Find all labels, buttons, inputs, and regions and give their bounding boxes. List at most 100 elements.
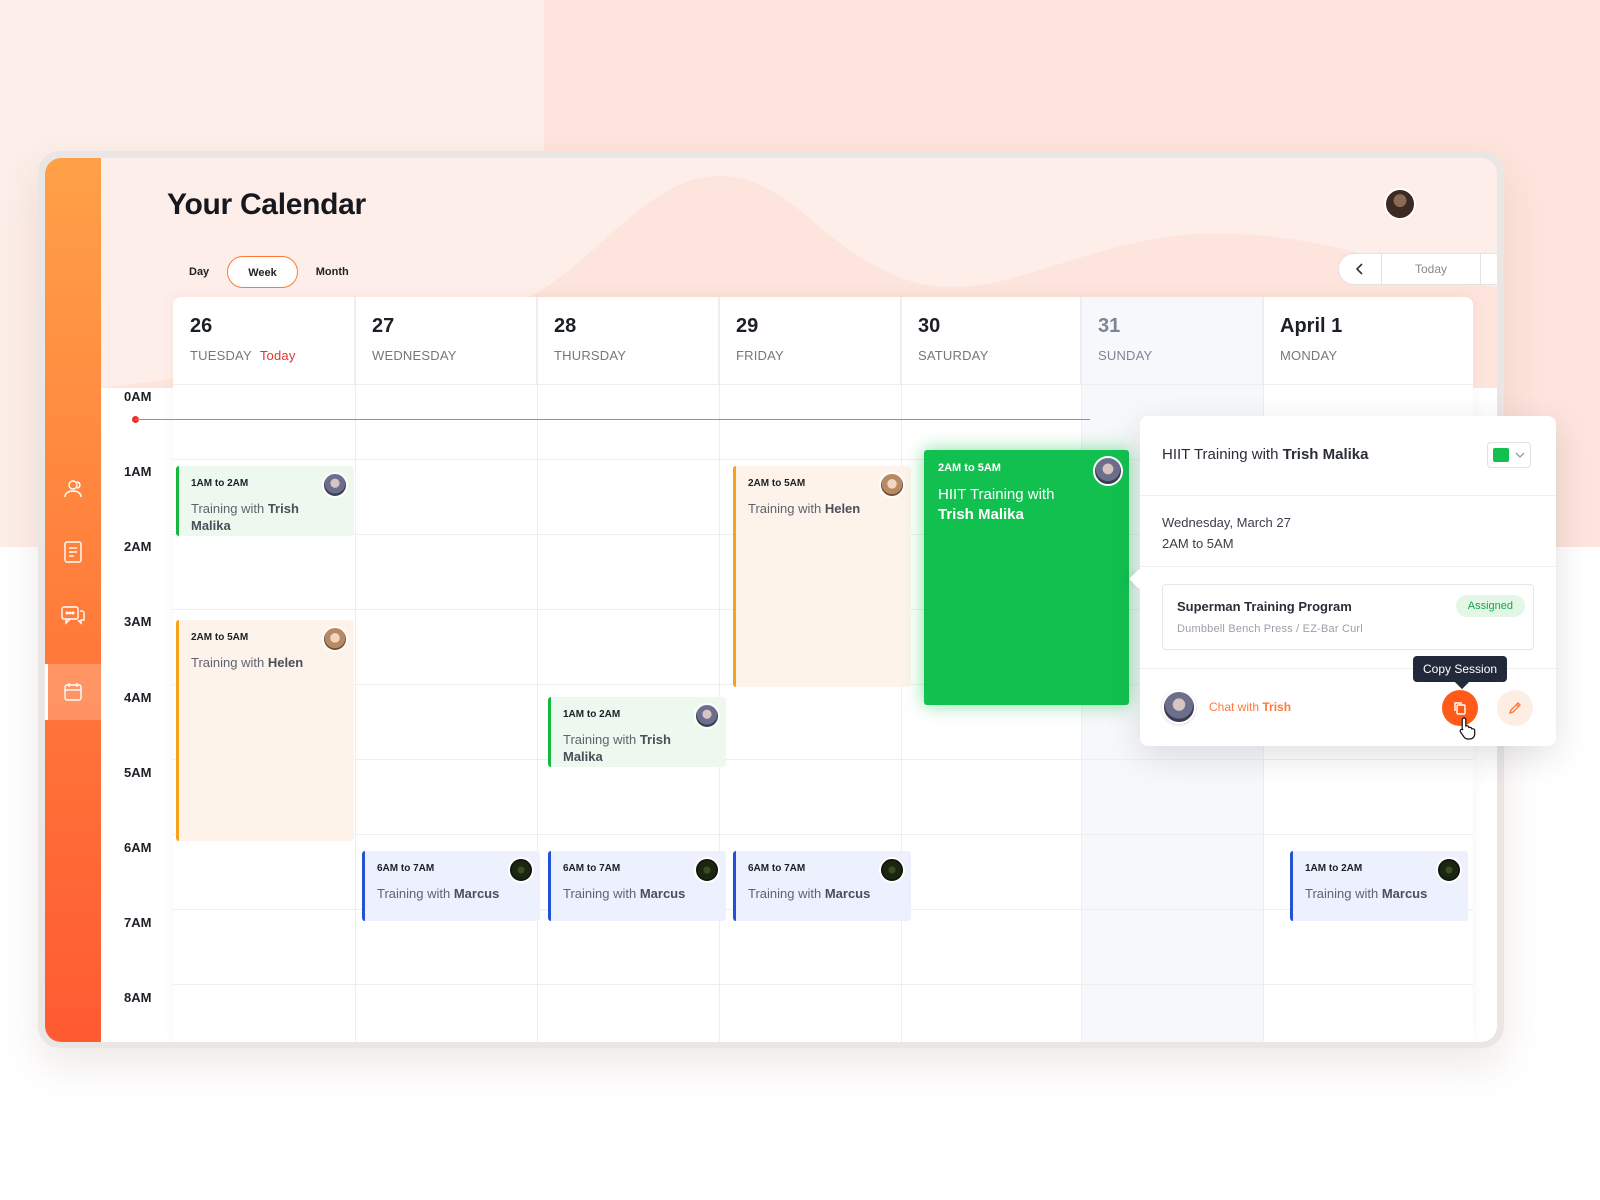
sidebar — [45, 158, 101, 1042]
week-view-button[interactable]: Week — [227, 256, 298, 288]
program-exercises: Dumbbell Bench Press / EZ-Bar Curl — [1177, 623, 1363, 635]
document-icon[interactable] — [59, 538, 87, 566]
event-card[interactable]: 6AM to 7AM Training with Marcus — [362, 851, 540, 921]
hour-label: 3AM — [124, 614, 152, 629]
day-header-27[interactable]: 27 WEDNESDAY — [355, 297, 537, 385]
hour-label: 1AM — [124, 464, 152, 479]
day-header-30[interactable]: 30 SATURDAY — [901, 297, 1081, 385]
day-number: April 1 — [1280, 315, 1343, 337]
day-name: TUESDAY Today — [190, 348, 296, 363]
program-name: Superman Training Program — [1177, 599, 1352, 614]
hour-label: 7AM — [124, 915, 152, 930]
trainer-avatar — [322, 472, 348, 498]
event-card[interactable]: 2AM to 5AM Training with Helen — [733, 466, 911, 687]
day-view-button[interactable]: Day — [171, 256, 227, 288]
pencil-icon — [1508, 702, 1521, 715]
users-icon[interactable] — [59, 475, 87, 503]
event-title: Training with Marcus — [748, 886, 871, 901]
hour-label: 6AM — [124, 840, 152, 855]
hour-label: 2AM — [124, 539, 152, 554]
next-week-button[interactable] — [1481, 254, 1497, 284]
event-time: 1AM to 2AM — [563, 709, 621, 720]
trainer-avatar — [322, 626, 348, 652]
event-time: 6AM to 7AM — [563, 863, 621, 874]
hour-line — [173, 834, 1473, 835]
event-title: Training with Marcus — [1305, 886, 1428, 901]
day-header-april-1[interactable]: April 1 MONDAY — [1263, 297, 1473, 385]
copy-icon — [1454, 702, 1466, 715]
hour-line — [173, 759, 1473, 760]
event-time-range: 2AM to 5AM — [1162, 536, 1234, 551]
day-number: 30 — [918, 315, 941, 337]
edit-session-button[interactable] — [1497, 690, 1533, 726]
event-card[interactable]: 6AM to 7AM Training with Marcus — [548, 851, 726, 921]
hour-label: 5AM — [124, 765, 152, 780]
hand-cursor-icon — [1459, 717, 1476, 740]
day-name: SATURDAY — [918, 348, 989, 363]
user-avatar[interactable] — [1384, 188, 1416, 220]
hour-line — [173, 984, 1473, 985]
event-time: 2AM to 5AM — [938, 462, 1001, 474]
month-view-button[interactable]: Month — [298, 256, 367, 288]
status-badge: Assigned — [1455, 595, 1525, 617]
event-date: Wednesday, March 27 — [1162, 515, 1291, 530]
current-time-line — [135, 419, 1090, 420]
chat-icon[interactable] — [59, 601, 87, 629]
today-button[interactable]: Today — [1381, 254, 1481, 284]
event-time: 6AM to 7AM — [377, 863, 435, 874]
trainer-avatar — [694, 703, 720, 729]
prev-week-button[interactable] — [1339, 254, 1381, 284]
trainer-avatar — [1162, 690, 1196, 724]
divider — [1140, 495, 1556, 496]
column-divider — [537, 297, 538, 1042]
event-title: Training with Marcus — [563, 886, 686, 901]
event-card[interactable]: 6AM to 7AM Training with Marcus — [733, 851, 911, 921]
day-header-28[interactable]: 28 THURSDAY — [537, 297, 719, 385]
day-number: 29 — [736, 315, 759, 337]
today-badge: Today — [259, 348, 296, 363]
event-time: 1AM to 2AM — [1305, 863, 1363, 874]
trainer-avatar — [879, 857, 905, 883]
event-card[interactable]: 2AM to 5AM Training with Helen — [176, 620, 354, 841]
divider — [1140, 566, 1556, 567]
day-header-26[interactable]: 26 TUESDAY Today — [173, 297, 355, 385]
event-title: Training with Helen — [191, 655, 304, 670]
program-card[interactable]: Superman Training Program Dumbbell Bench… — [1162, 584, 1534, 650]
day-number: 31 — [1098, 315, 1121, 337]
day-name: THURSDAY — [554, 348, 627, 363]
event-title: Training with Trish Malika — [563, 732, 671, 764]
color-swatch — [1493, 448, 1509, 462]
day-header-29[interactable]: 29 FRIDAY — [719, 297, 901, 385]
view-switch: Day Week Month — [171, 256, 367, 288]
trainer-avatar — [694, 857, 720, 883]
day-header-31[interactable]: 31 SUNDAY — [1081, 297, 1263, 385]
hour-label: 0AM — [124, 389, 152, 404]
selected-event-card[interactable]: 2AM to 5AM HIIT Training with Trish Mali… — [924, 450, 1129, 705]
copy-session-tooltip: Copy Session — [1413, 656, 1508, 682]
event-title: Training with Trish Malika — [191, 501, 299, 533]
day-number: 27 — [372, 315, 395, 337]
day-name: FRIDAY — [736, 348, 784, 363]
event-card[interactable]: 1AM to 2AM Training with Trish Malika — [176, 466, 354, 536]
column-divider — [719, 297, 720, 1042]
event-card[interactable]: 1AM to 2AM Training with Marcus — [1290, 851, 1468, 921]
chevron-left-icon — [1355, 263, 1363, 275]
trainer-avatar — [508, 857, 534, 883]
event-time: 6AM to 7AM — [748, 863, 806, 874]
chevron-down-icon — [1515, 447, 1525, 466]
trainer-avatar — [1436, 857, 1462, 883]
event-card[interactable]: 1AM to 2AM Training with Trish Malika — [548, 697, 726, 767]
day-number: 28 — [554, 315, 577, 337]
calendar-icon[interactable] — [59, 678, 87, 706]
color-picker[interactable] — [1487, 442, 1531, 468]
day-name: SUNDAY — [1098, 348, 1153, 363]
event-title: Training with Marcus — [377, 886, 500, 901]
trainer-avatar — [1093, 456, 1123, 486]
chat-link[interactable]: Chat with Trish — [1209, 700, 1291, 714]
event-time: 1AM to 2AM — [191, 478, 249, 489]
hour-label: 8AM — [124, 990, 152, 1005]
event-title: Training with Helen — [748, 501, 861, 516]
day-number: 26 — [190, 315, 213, 337]
day-name: WEDNESDAY — [372, 348, 457, 363]
event-title: HIIT Training with Trish Malika — [938, 486, 1055, 523]
